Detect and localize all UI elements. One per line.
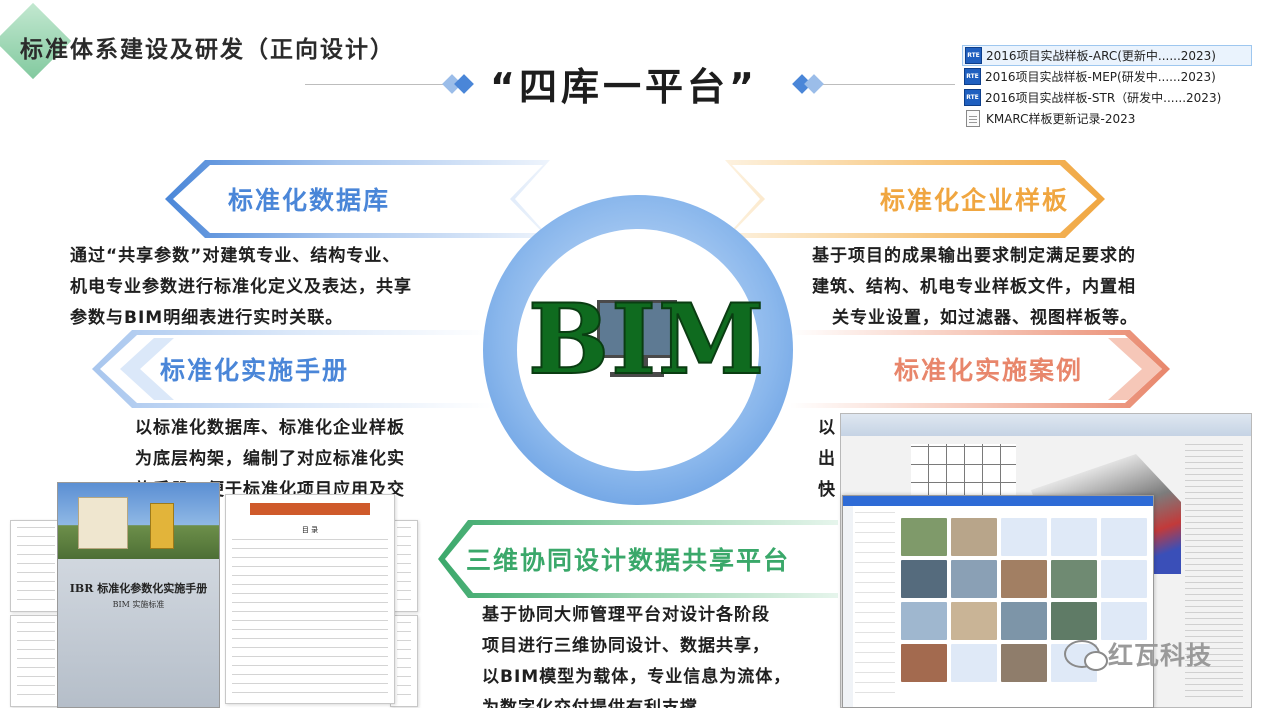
manual-toc-page: 目 录: [225, 494, 395, 704]
banner-title: 标准化企业样板: [880, 186, 1070, 215]
banner-database: 标准化数据库: [165, 160, 550, 238]
building-illustration: [150, 503, 174, 549]
collaboration-platform-screenshot: [842, 495, 1154, 708]
description-line: 机电专业参数进行标准化定义及表达，共享: [70, 277, 412, 297]
platform-description: 基于协同大师管理平台对设计各阶段 项目进行三维协同设计、数据共享， 以BIM模型…: [482, 600, 832, 708]
description-line: 基于项目的成果输出要求制定满足要求的: [812, 246, 1136, 266]
wechat-icon: [1064, 640, 1108, 671]
title-divider-left: [305, 84, 445, 85]
template-description: 基于项目的成果输出要求制定满足要求的 建筑、结构、机电专业样板文件，内置相 关专…: [812, 241, 1232, 334]
project-thumbnail: [1001, 518, 1047, 556]
project-thumbnail: [1051, 518, 1097, 556]
toc-header-bar: [250, 503, 370, 515]
template-file-list: RTE 2016项目实战样板-ARC(更新中......2023) RTE 20…: [962, 45, 1252, 129]
title-divider-right: [815, 84, 955, 85]
rte-file-icon: RTE: [964, 68, 981, 85]
section-title: 标准体系建设及研发（正向设计）: [20, 37, 395, 63]
file-name: 2016项目实战样板-ARC(更新中......2023): [986, 49, 1216, 63]
project-thumbnail: [901, 518, 947, 556]
ribbon-toolbar: [841, 414, 1251, 436]
bim-logo-text: BIM: [527, 282, 767, 397]
project-thumbnail: [951, 560, 997, 598]
platform-sidebar: [843, 506, 853, 707]
project-thumbnail: [1101, 602, 1147, 640]
banner-platform: 三维协同设计数据共享平台: [438, 520, 838, 598]
description-line: 基于协同大师管理平台对设计各阶段: [482, 605, 770, 625]
description-line: 为底层构架，编制了对应标准化实: [135, 449, 405, 469]
banner-title: 标准化实施案例: [894, 356, 1084, 385]
banner-template: 标准化企业样板: [725, 160, 1105, 238]
project-thumbnail: [951, 518, 997, 556]
manual-cover-subtitle: BIM 实施标准: [112, 600, 165, 609]
project-thumbnail: [1101, 560, 1147, 598]
file-item-arc[interactable]: RTE 2016项目实战样板-ARC(更新中......2023): [962, 45, 1252, 66]
platform-nav: [855, 512, 895, 697]
description-line: 建筑、结构、机电专业样板文件，内置相: [812, 277, 1136, 297]
watermark-text: 红瓦科技: [1108, 641, 1213, 670]
rte-file-icon: RTE: [964, 89, 981, 106]
project-thumbnail: [951, 644, 997, 682]
project-thumbnail: [1001, 602, 1047, 640]
building-illustration: [78, 497, 128, 549]
project-thumbnail: [901, 644, 947, 682]
manual-cover: IBR 标准化参数化实施手册 BIM 实施标准: [57, 482, 220, 708]
project-thumbnail: [1051, 602, 1097, 640]
banner-cases: 标准化实施案例: [790, 330, 1170, 408]
rte-file-icon: RTE: [965, 47, 982, 64]
file-item-record[interactable]: KMARC样板更新记录-2023: [962, 108, 1252, 129]
project-thumbnail: [901, 560, 947, 598]
banner-title: 标准化数据库: [228, 186, 391, 215]
banner-title: 标准化实施手册: [160, 356, 350, 385]
project-thumbnail: [901, 602, 947, 640]
project-thumbnail: [1001, 560, 1047, 598]
description-line: 以标准化数据库、标准化企业样板: [135, 418, 405, 438]
project-thumbnail: [1001, 644, 1047, 682]
description-line: 项目进行三维协同设计、数据共享，: [482, 636, 770, 656]
toc-title: 目 录: [301, 526, 319, 534]
description-line: 为数字化交付提供有利支撑。: [482, 698, 716, 708]
banner-title: 三维协同设计数据共享平台: [466, 546, 791, 575]
watermark: 红瓦科技: [1064, 636, 1212, 672]
project-thumbnail: [1051, 560, 1097, 598]
description-line: 通过“共享参数”对建筑专业、结构专业、: [70, 246, 401, 266]
database-description: 通过“共享参数”对建筑专业、结构专业、 机电专业参数进行标准化定义及表达，共享 …: [70, 241, 490, 334]
banner-manual: 标准化实施手册: [92, 330, 492, 408]
text-file-icon: [966, 110, 980, 127]
file-name: 2016项目实战样板-MEP(研发中......2023): [985, 70, 1216, 84]
file-name: 2016项目实战样板-STR（研发中......2023): [985, 91, 1222, 105]
project-thumbnail: [1101, 518, 1147, 556]
manual-cover-title: IBR 标准化参数化实施手册: [69, 582, 208, 595]
main-title: “四库一平台”: [490, 65, 758, 109]
diamond-icon: [804, 74, 824, 94]
manual-page-thumbnail: [10, 520, 62, 612]
manual-page-thumbnail: [10, 615, 62, 707]
file-item-str[interactable]: RTE 2016项目实战样板-STR（研发中......2023): [962, 87, 1252, 108]
project-thumbnail: [951, 602, 997, 640]
diamond-icon: [454, 74, 474, 94]
file-item-mep[interactable]: RTE 2016项目实战样板-MEP(研发中......2023): [962, 66, 1252, 87]
description-line: 以BIM模型为载体，专业信息为流体，: [482, 667, 792, 687]
platform-header-bar: [843, 496, 1153, 506]
file-name: KMARC样板更新记录-2023: [986, 112, 1136, 126]
